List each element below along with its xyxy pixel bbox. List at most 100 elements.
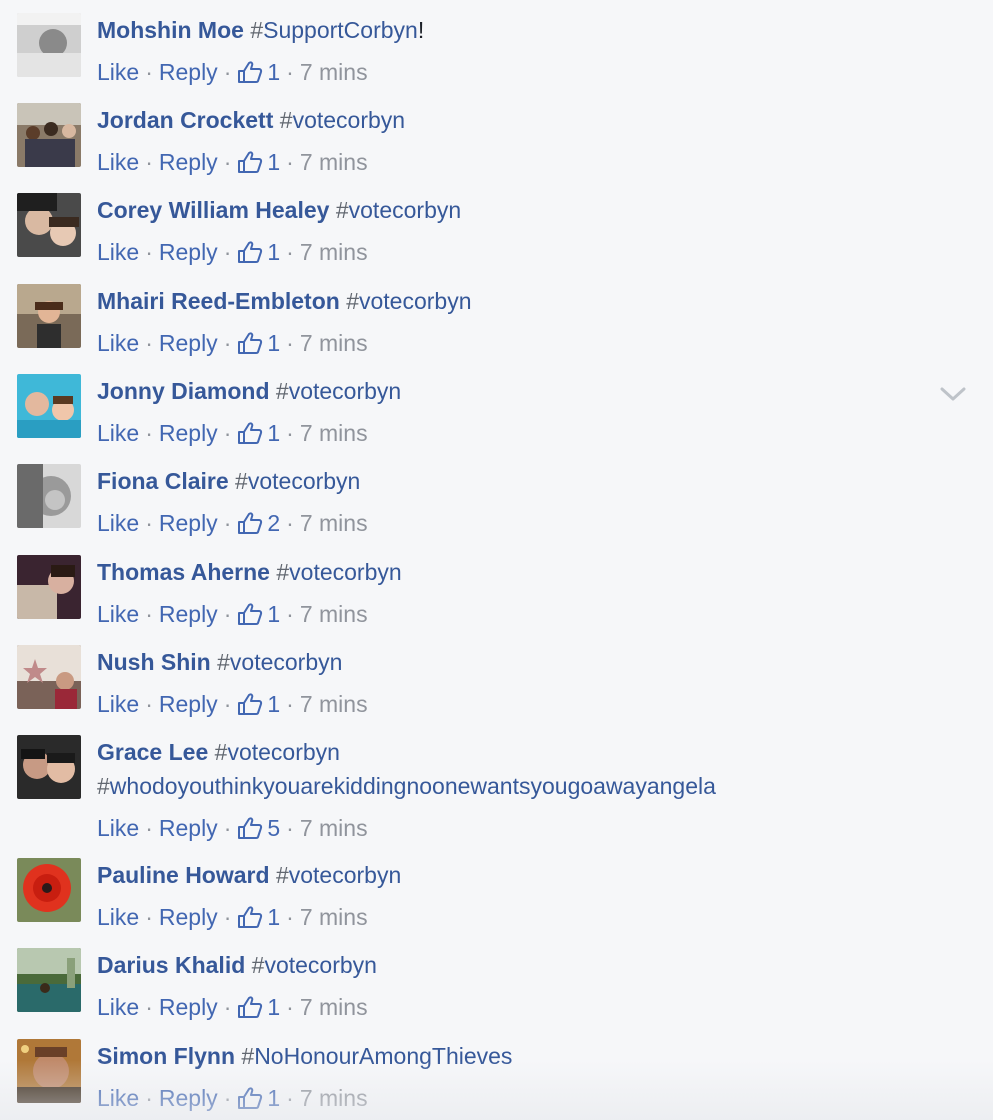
like-button[interactable]: Like bbox=[97, 145, 139, 179]
reply-button[interactable]: Reply bbox=[159, 687, 218, 721]
separator-dot: · bbox=[286, 510, 294, 536]
comment-author-link[interactable]: Corey William Healey bbox=[97, 197, 329, 223]
like-count-link[interactable]: 1 bbox=[237, 990, 280, 1024]
like-count-link[interactable]: 1 bbox=[237, 55, 280, 89]
reply-button[interactable]: Reply bbox=[159, 900, 218, 934]
hashtag-link[interactable]: #whodoyouthinkyouarekiddingnoonewantsyou… bbox=[97, 773, 716, 799]
hashtag-link[interactable]: #votecorbyn bbox=[276, 378, 401, 404]
like-count-link[interactable]: 1 bbox=[237, 687, 280, 721]
reply-button[interactable]: Reply bbox=[159, 416, 218, 450]
comment-author-link[interactable]: Darius Khalid bbox=[97, 952, 245, 978]
hashtag-link[interactable]: #votecorbyn bbox=[276, 862, 401, 888]
separator-dot: · bbox=[286, 1085, 294, 1111]
hashtag-link[interactable]: #votecorbyn bbox=[217, 649, 342, 675]
comment-author-link[interactable]: Jonny Diamond bbox=[97, 378, 270, 404]
comment-timestamp[interactable]: 7 mins bbox=[300, 416, 368, 450]
comment-author-link[interactable]: Simon Flynn bbox=[97, 1043, 235, 1069]
separator-dot: · bbox=[223, 420, 232, 446]
hashtag-link[interactable]: #votecorbyn bbox=[346, 288, 471, 314]
like-count-link[interactable]: 5 bbox=[237, 811, 280, 845]
avatar[interactable] bbox=[17, 1039, 81, 1103]
thumbs-up-icon bbox=[238, 693, 263, 715]
like-count-link[interactable]: 1 bbox=[237, 416, 280, 450]
avatar[interactable] bbox=[17, 555, 81, 619]
thumbs-up-icon bbox=[238, 512, 263, 534]
comment-timestamp[interactable]: 7 mins bbox=[300, 900, 368, 934]
reply-button[interactable]: Reply bbox=[159, 145, 218, 179]
like-count-link[interactable]: 2 bbox=[237, 506, 280, 540]
like-button[interactable]: Like bbox=[97, 326, 139, 360]
comment-author-link[interactable]: Mohshin Moe bbox=[97, 17, 244, 43]
hashtag-link[interactable]: #SupportCorbyn bbox=[250, 17, 418, 43]
thumbs-up-icon bbox=[238, 1087, 263, 1109]
like-button[interactable]: Like bbox=[97, 597, 139, 631]
like-button[interactable]: Like bbox=[97, 1081, 139, 1115]
comment-author-link[interactable]: Nush Shin bbox=[97, 649, 211, 675]
separator-dot: · bbox=[223, 1085, 232, 1111]
like-count-value: 1 bbox=[267, 59, 281, 85]
comment-timestamp[interactable]: 7 mins bbox=[300, 1081, 368, 1115]
like-button[interactable]: Like bbox=[97, 687, 139, 721]
hashtag-link[interactable]: #votecorbyn bbox=[280, 107, 405, 133]
like-button[interactable]: Like bbox=[97, 416, 139, 450]
reply-button[interactable]: Reply bbox=[159, 506, 218, 540]
reply-button[interactable]: Reply bbox=[159, 1081, 218, 1115]
like-count-link[interactable]: 1 bbox=[237, 1081, 280, 1115]
comment-timestamp[interactable]: 7 mins bbox=[300, 326, 368, 360]
like-button[interactable]: Like bbox=[97, 900, 139, 934]
like-count-link[interactable]: 1 bbox=[237, 900, 280, 934]
like-button[interactable]: Like bbox=[97, 55, 139, 89]
hashtag-link[interactable]: #votecorbyn bbox=[235, 468, 360, 494]
avatar[interactable] bbox=[17, 374, 81, 438]
comment-timestamp[interactable]: 7 mins bbox=[300, 990, 368, 1024]
hashtag-link[interactable]: #votecorbyn bbox=[215, 739, 340, 765]
comment-timestamp[interactable]: 7 mins bbox=[300, 235, 368, 269]
like-count-value: 1 bbox=[267, 239, 281, 265]
comment-timestamp[interactable]: 7 mins bbox=[300, 506, 368, 540]
hashtag-link[interactable]: #votecorbyn bbox=[276, 559, 401, 585]
avatar[interactable] bbox=[17, 13, 81, 77]
like-button[interactable]: Like bbox=[97, 990, 139, 1024]
avatar[interactable] bbox=[17, 645, 81, 709]
hashtag-text: votecorbyn bbox=[227, 739, 340, 765]
avatar[interactable] bbox=[17, 103, 81, 167]
hashtag-link[interactable]: #NoHonourAmongThieves bbox=[241, 1043, 512, 1069]
hashtag-link[interactable]: #votecorbyn bbox=[252, 952, 377, 978]
like-button[interactable]: Like bbox=[97, 811, 139, 845]
comment-author-link[interactable]: Thomas Aherne bbox=[97, 559, 270, 585]
like-count-link[interactable]: 1 bbox=[237, 235, 280, 269]
comment-timestamp[interactable]: 7 mins bbox=[300, 55, 368, 89]
comment-author-link[interactable]: Pauline Howard bbox=[97, 862, 270, 888]
comment-timestamp[interactable]: 7 mins bbox=[300, 811, 368, 845]
like-count-link[interactable]: 1 bbox=[237, 145, 280, 179]
reply-button[interactable]: Reply bbox=[159, 235, 218, 269]
avatar[interactable] bbox=[17, 948, 81, 1012]
avatar[interactable] bbox=[17, 735, 81, 799]
comment-actions: Like · Reply · 5 · 7 mins bbox=[97, 811, 937, 845]
avatar[interactable] bbox=[17, 193, 81, 257]
like-count-link[interactable]: 1 bbox=[237, 597, 280, 631]
comment-author-link[interactable]: Mhairi Reed-Embleton bbox=[97, 288, 340, 314]
comment-timestamp[interactable]: 7 mins bbox=[300, 597, 368, 631]
reply-button[interactable]: Reply bbox=[159, 597, 218, 631]
comment-timestamp[interactable]: 7 mins bbox=[300, 145, 368, 179]
comment-author-link[interactable]: Fiona Claire bbox=[97, 468, 229, 494]
like-button[interactable]: Like bbox=[97, 235, 139, 269]
reply-button[interactable]: Reply bbox=[159, 326, 218, 360]
like-button[interactable]: Like bbox=[97, 506, 139, 540]
reply-button[interactable]: Reply bbox=[159, 55, 218, 89]
comment-timestamp[interactable]: 7 mins bbox=[300, 687, 368, 721]
reply-button[interactable]: Reply bbox=[159, 811, 218, 845]
separator-dot: · bbox=[286, 149, 294, 175]
comment-author-link[interactable]: Grace Lee bbox=[97, 739, 208, 765]
like-count-link[interactable]: 1 bbox=[237, 326, 280, 360]
comment-author-link[interactable]: Jordan Crockett bbox=[97, 107, 273, 133]
reply-button[interactable]: Reply bbox=[159, 990, 218, 1024]
comment-options-chevron-down-icon[interactable] bbox=[940, 384, 966, 404]
hash-symbol: # bbox=[275, 862, 289, 888]
avatar[interactable] bbox=[17, 858, 81, 922]
separator-dot: · bbox=[286, 904, 294, 930]
avatar[interactable] bbox=[17, 284, 81, 348]
avatar[interactable] bbox=[17, 464, 81, 528]
hashtag-link[interactable]: #votecorbyn bbox=[336, 197, 461, 223]
